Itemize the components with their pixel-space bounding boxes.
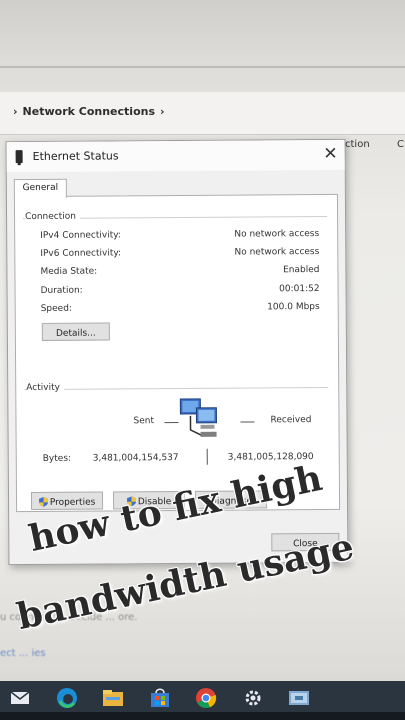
top-divider: [0, 66, 405, 68]
speed-value: 100.0 Mbps: [267, 302, 320, 313]
activity-divider: [24, 386, 329, 391]
bottom-strip: [0, 712, 405, 720]
bytes-divider: [206, 448, 208, 465]
duration-value: 00:01:52: [279, 284, 320, 295]
sent-line: [164, 421, 179, 424]
network-computers-icon: [179, 398, 217, 437]
edge-icon[interactable]: [55, 686, 79, 710]
breadcrumb-chevron-icon: ›: [13, 105, 18, 118]
sent-label: Sent: [133, 416, 155, 427]
store-icon[interactable]: [148, 686, 172, 710]
speed-label: Speed:: [40, 303, 72, 314]
bytes-label: Bytes:: [42, 453, 72, 464]
received-line: [240, 421, 255, 423]
blurred-background-link[interactable]: ect ... ies: [0, 648, 46, 659]
network-app-icon[interactable]: [287, 686, 311, 710]
media-state-label: Media State:: [40, 266, 98, 277]
ipv4-label: IPv4 Connectivity:: [40, 230, 122, 241]
details-button[interactable]: Details...: [41, 322, 110, 341]
ipv6-value: No network access: [234, 247, 320, 258]
bytes-sent-value: 3,481,004,154,537: [92, 452, 179, 464]
activity-heading: Activity: [26, 382, 64, 394]
tab-general[interactable]: General: [13, 178, 67, 199]
ipv4-value: No network access: [234, 229, 320, 240]
breadcrumb-network-connections[interactable]: Network Connections: [23, 105, 155, 118]
settings-icon[interactable]: [241, 686, 265, 710]
column-header-connection[interactable]: ction: [345, 139, 370, 150]
ethernet-plug-icon: [15, 150, 23, 164]
dialog-title: Ethernet Status: [32, 149, 119, 164]
connection-heading: Connection: [25, 211, 81, 223]
media-state-value: Enabled: [283, 265, 320, 276]
column-header-c[interactable]: C: [397, 139, 404, 150]
dialog-titlebar[interactable]: Ethernet Status ✕: [6, 139, 345, 173]
breadcrumb[interactable]: › Network Connections ›: [8, 105, 170, 118]
close-icon[interactable]: ✕: [323, 144, 337, 164]
ipv6-label: IPv6 Connectivity:: [40, 248, 122, 259]
file-explorer-icon[interactable]: [101, 686, 125, 710]
mail-icon[interactable]: [8, 686, 32, 710]
chrome-icon[interactable]: [194, 686, 218, 710]
duration-label: Duration:: [40, 285, 83, 296]
uac-shield-icon: [38, 496, 48, 507]
blurred-top-area: [0, 0, 405, 62]
breadcrumb-chevron-icon: ›: [160, 105, 165, 118]
received-label: Received: [270, 415, 312, 426]
